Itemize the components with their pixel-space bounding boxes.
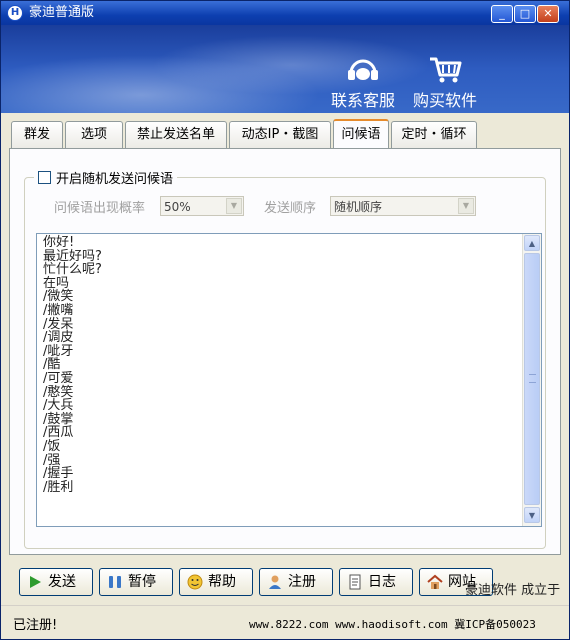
- probability-select[interactable]: 50% ▼: [160, 196, 244, 216]
- greeting-lines: 你好! 最近好吗? 忙什么呢? 在吗 /微笑 /撇嘴 /发呆 /调皮 /呲牙 /…: [43, 236, 513, 494]
- chevron-down-icon[interactable]: ▼: [458, 198, 474, 214]
- app-logo-icon: H: [7, 5, 23, 21]
- tab-timer-loop[interactable]: 定时・循环: [391, 121, 477, 148]
- log-button-label: 日志: [368, 574, 396, 590]
- company-overlay-text: 豪迪软件 成立于: [465, 583, 561, 598]
- close-button[interactable]: ✕: [537, 5, 559, 23]
- scroll-thumb[interactable]: [524, 253, 540, 505]
- send-button[interactable]: 发送: [19, 568, 93, 596]
- buy-software-label: 购买软件: [412, 91, 477, 110]
- tab-broadcast[interactable]: 群发: [11, 121, 63, 148]
- log-button[interactable]: 日志: [339, 568, 413, 596]
- enable-greeting-label: 开启随机发送问候语: [56, 172, 174, 187]
- register-button-label: 注册: [288, 574, 316, 590]
- help-button-label: 帮助: [208, 574, 236, 590]
- app-window: H 豪迪普通版 _ □ ✕ 联系客服 购买软件 群发 选项 禁止发送名单 动态I…: [0, 0, 570, 640]
- website-links: www.8222.com www.haodisoft.com 冀ICP备0500…: [249, 618, 536, 631]
- help-button[interactable]: 帮助: [179, 568, 253, 596]
- play-icon: [30, 576, 41, 588]
- greeting-line: /饭: [43, 438, 61, 454]
- status-bar: 已注册! www.8222.com www.haodisoft.com 冀ICP…: [1, 605, 569, 639]
- contact-support-label: 联系客服: [330, 91, 395, 110]
- greeting-line: /胜利: [43, 479, 74, 495]
- greeting-line: /憨笑: [43, 384, 74, 400]
- window-title: 豪迪普通版: [29, 5, 95, 20]
- send-order-value: 随机顺序: [334, 200, 383, 214]
- greeting-line: /调皮: [43, 330, 74, 346]
- greeting-line: /可爱: [43, 370, 74, 386]
- greeting-line: 最近好吗?: [43, 248, 102, 264]
- greeting-line: /鼓掌: [43, 411, 74, 427]
- maximize-button[interactable]: □: [514, 5, 536, 23]
- pause-button-label: 暂停: [128, 574, 156, 590]
- cart-icon: [430, 57, 462, 83]
- scroll-down-button[interactable]: ▼: [524, 507, 540, 523]
- tab-options[interactable]: 选项: [65, 121, 123, 148]
- greeting-line: 你好!: [43, 235, 75, 250]
- probability-value: 50%: [164, 200, 191, 214]
- scroll-up-button[interactable]: ▲: [524, 235, 540, 251]
- probability-label: 问候语出现概率: [54, 201, 146, 216]
- enable-greeting-checkbox[interactable]: [38, 171, 51, 184]
- header-banner: 联系客服 购买软件: [1, 25, 569, 113]
- scroll-grip: [529, 374, 536, 383]
- tab-dynamic-ip-screenshot[interactable]: 动态IP・截图: [229, 121, 331, 148]
- greeting-line: /握手: [43, 466, 74, 482]
- send-order-label: 发送顺序: [264, 201, 317, 216]
- registration-status: 已注册!: [13, 618, 58, 633]
- register-button[interactable]: 注册: [259, 568, 333, 596]
- smiley-icon: [187, 574, 203, 590]
- greeting-line: /酷: [43, 357, 61, 373]
- greeting-line: /发呆: [43, 316, 74, 332]
- tab-blocklist[interactable]: 禁止发送名单: [125, 121, 227, 148]
- title-bar[interactable]: H 豪迪普通版 _ □ ✕: [1, 1, 569, 25]
- send-button-label: 发送: [48, 574, 76, 590]
- greeting-line: 忙什么呢?: [43, 262, 102, 278]
- pause-icon: [109, 576, 121, 588]
- headset-icon: [348, 59, 378, 80]
- document-icon: [349, 574, 361, 590]
- vertical-scrollbar[interactable]: ▲ ▼: [522, 234, 541, 526]
- greeting-line: /大兵: [43, 398, 74, 414]
- greeting-line: /撇嘴: [43, 302, 74, 318]
- greetings-panel: 开启随机发送问候语 问候语出现概率 50% ▼ 发送顺序 随机顺序 ▼ 你好! …: [9, 148, 561, 555]
- chevron-down-icon[interactable]: ▼: [226, 198, 242, 214]
- greeting-line: /微笑: [43, 289, 74, 305]
- tab-greetings[interactable]: 问候语: [333, 119, 389, 151]
- user-icon: [269, 575, 281, 589]
- greeting-text-area[interactable]: 你好! 最近好吗? 忙什么呢? 在吗 /微笑 /撇嘴 /发呆 /调皮 /呲牙 /…: [36, 233, 542, 527]
- greeting-line: /强: [43, 452, 61, 468]
- buy-software-link[interactable]: 购买软件: [405, 55, 485, 111]
- home-icon: [427, 574, 443, 589]
- pause-button[interactable]: 暂停: [99, 568, 173, 596]
- greeting-line: /呲牙: [43, 343, 74, 359]
- minimize-button[interactable]: _: [491, 5, 513, 23]
- contact-support-link[interactable]: 联系客服: [323, 55, 403, 111]
- enable-greeting-checkbox-row[interactable]: 开启随机发送问候语: [34, 167, 178, 187]
- greeting-line: /西瓜: [43, 425, 74, 441]
- greeting-line: 在吗: [43, 275, 70, 291]
- send-order-select[interactable]: 随机顺序 ▼: [330, 196, 476, 216]
